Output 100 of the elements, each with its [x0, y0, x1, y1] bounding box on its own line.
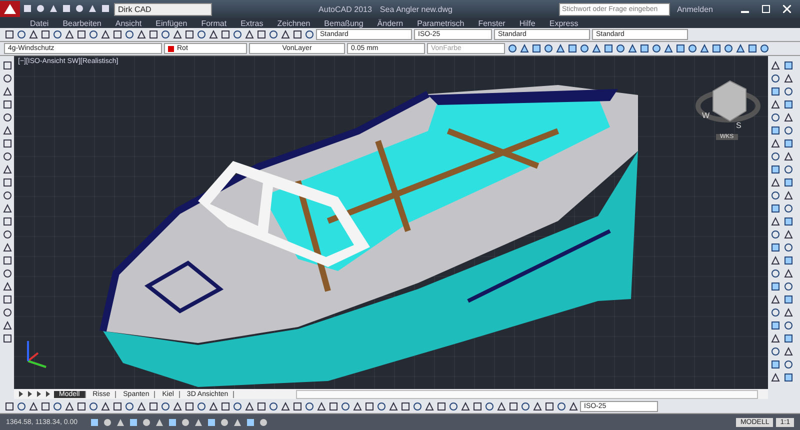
square-icon[interactable]	[639, 44, 649, 54]
square-icon[interactable]	[128, 417, 138, 427]
square-icon[interactable]	[292, 401, 302, 411]
circle-icon[interactable]	[376, 401, 386, 411]
triangle-icon[interactable]	[64, 401, 74, 411]
square-icon[interactable]	[783, 99, 793, 109]
square-icon[interactable]	[770, 359, 780, 369]
triangle-icon[interactable]	[627, 44, 637, 54]
triangle-icon[interactable]	[136, 30, 146, 40]
circle-icon[interactable]	[783, 203, 793, 213]
circle-icon[interactable]	[770, 112, 780, 122]
circle-icon[interactable]	[88, 401, 98, 411]
square-icon[interactable]	[675, 44, 685, 54]
square-icon[interactable]	[4, 30, 14, 40]
triangle-icon[interactable]	[2, 242, 12, 252]
circle-icon[interactable]	[2, 151, 12, 161]
circle-icon[interactable]	[783, 281, 793, 291]
circle-icon[interactable]	[219, 417, 229, 427]
triangle-icon[interactable]	[532, 401, 542, 411]
square-icon[interactable]	[783, 60, 793, 70]
menu-item[interactable]: Hilfe	[519, 18, 536, 28]
circle-icon[interactable]	[484, 401, 494, 411]
triangle-icon[interactable]	[735, 44, 745, 54]
triangle-icon[interactable]	[424, 401, 434, 411]
triangle-icon[interactable]	[2, 281, 12, 291]
square-icon[interactable]	[184, 30, 194, 40]
circle-icon[interactable]	[770, 190, 780, 200]
square-icon[interactable]	[184, 401, 194, 411]
square-icon[interactable]	[770, 164, 780, 174]
triangle-icon[interactable]	[208, 30, 218, 40]
square-icon[interactable]	[770, 203, 780, 213]
triangle-icon[interactable]	[2, 203, 12, 213]
circle-icon[interactable]	[340, 401, 350, 411]
menu-item[interactable]: Bearbeiten	[62, 18, 102, 28]
sign-in-button[interactable]: Anmelden	[672, 4, 733, 14]
circle-icon[interactable]	[783, 320, 793, 330]
circle-icon[interactable]	[16, 401, 26, 411]
triangle-icon[interactable]	[2, 164, 12, 174]
triangle-icon[interactable]	[519, 44, 529, 54]
circle-icon[interactable]	[770, 346, 780, 356]
circle-icon[interactable]	[304, 30, 314, 40]
horizontal-scrollbar[interactable]	[296, 390, 758, 398]
square-icon[interactable]	[783, 372, 793, 382]
square-icon[interactable]	[770, 281, 780, 291]
square-icon[interactable]	[770, 125, 780, 135]
square-icon[interactable]	[76, 30, 86, 40]
square-icon[interactable]	[220, 401, 230, 411]
circle-icon[interactable]	[2, 268, 12, 278]
triangle-icon[interactable]	[388, 401, 398, 411]
circle-icon[interactable]	[687, 44, 697, 54]
menu-item[interactable]: Zeichnen	[277, 18, 310, 28]
menu-item[interactable]: Express	[549, 18, 578, 28]
square-icon[interactable]	[2, 216, 12, 226]
triangle-icon[interactable]	[28, 30, 38, 40]
circle-icon[interactable]	[556, 401, 566, 411]
menu-item[interactable]: Extras	[240, 18, 264, 28]
circle-icon[interactable]	[412, 401, 422, 411]
triangle-icon[interactable]	[699, 44, 709, 54]
circle-icon[interactable]	[268, 30, 278, 40]
triangle-icon[interactable]	[591, 44, 601, 54]
circle-icon[interactable]	[268, 401, 278, 411]
circle-icon[interactable]	[651, 44, 661, 54]
square-icon[interactable]	[62, 4, 72, 14]
circle-icon[interactable]	[783, 164, 793, 174]
circle-icon[interactable]	[141, 417, 151, 427]
square-icon[interactable]	[23, 4, 33, 14]
square-icon[interactable]	[783, 177, 793, 187]
circle-icon[interactable]	[2, 73, 12, 83]
triangle-icon[interactable]	[280, 30, 290, 40]
menu-item[interactable]: Format	[201, 18, 227, 28]
square-icon[interactable]	[167, 417, 177, 427]
circle-icon[interactable]	[2, 307, 12, 317]
circle-icon[interactable]	[196, 30, 206, 40]
circle-icon[interactable]	[770, 307, 780, 317]
circle-icon[interactable]	[783, 242, 793, 252]
circle-icon[interactable]	[520, 401, 530, 411]
square-icon[interactable]	[770, 242, 780, 252]
square-icon[interactable]	[2, 138, 12, 148]
square-icon[interactable]	[206, 417, 216, 427]
circle-icon[interactable]	[88, 30, 98, 40]
circle-icon[interactable]	[2, 229, 12, 239]
menu-item[interactable]: Fenster	[478, 18, 506, 28]
square-icon[interactable]	[2, 333, 12, 343]
menu-item[interactable]: Bemaßung	[324, 18, 364, 28]
square-icon[interactable]	[2, 99, 12, 109]
square-icon[interactable]	[256, 30, 266, 40]
triangle-icon[interactable]	[244, 30, 254, 40]
triangle-icon[interactable]	[663, 44, 673, 54]
circle-icon[interactable]	[448, 401, 458, 411]
circle-icon[interactable]	[16, 30, 26, 40]
square-icon[interactable]	[783, 216, 793, 226]
square-icon[interactable]	[747, 44, 757, 54]
square-icon[interactable]	[508, 401, 518, 411]
circle-icon[interactable]	[36, 4, 46, 14]
square-icon[interactable]	[567, 44, 577, 54]
triangle-icon[interactable]	[88, 4, 98, 14]
square-icon[interactable]	[2, 294, 12, 304]
circle-icon[interactable]	[2, 190, 12, 200]
circle-icon[interactable]	[160, 401, 170, 411]
circle-icon[interactable]	[783, 359, 793, 369]
